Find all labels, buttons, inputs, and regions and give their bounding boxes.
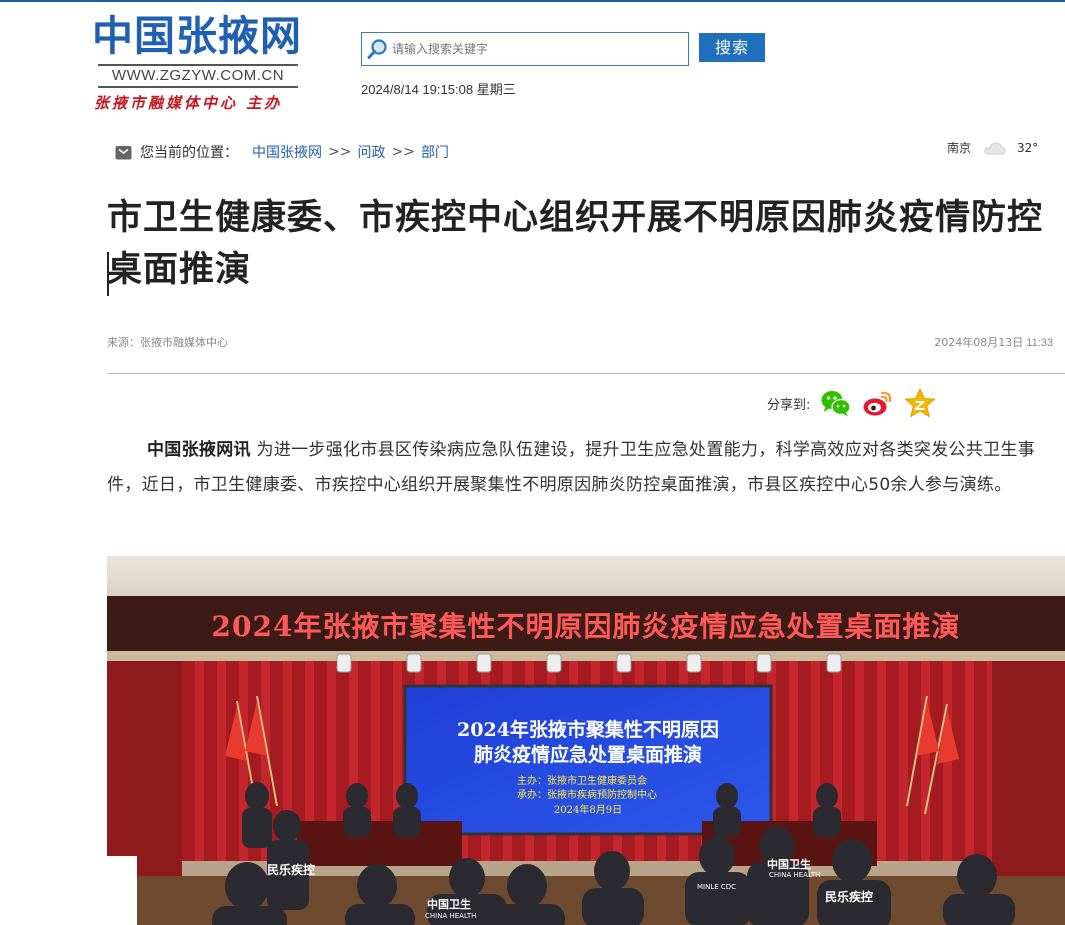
cloud-icon	[984, 141, 1006, 154]
logo-title: 中国张掖网	[92, 12, 302, 60]
photo-banner-text: 2024年张掖市聚集性不明原因肺炎疫情应急处置桌面推演	[212, 610, 961, 643]
photo-screen-line1: 2024年张掖市聚集性不明原因	[457, 718, 719, 741]
weibo-icon[interactable]	[862, 388, 894, 418]
top-accent-line	[0, 0, 1065, 2]
photo-screen-host: 主办：张掖市卫生健康委员会	[517, 774, 647, 787]
qzone-icon[interactable]	[904, 388, 937, 418]
current-datetime: 2024/8/14 19:15:08 星期三	[361, 79, 516, 98]
weather-temperature: 32°	[1017, 140, 1039, 155]
search-icon	[367, 39, 387, 59]
site-logo[interactable]: 中国张掖网 WWW.ZGZYW.COM.CN 张掖市融媒体中心 主办	[92, 12, 304, 116]
header-divider	[107, 373, 1065, 374]
location-icon	[115, 145, 132, 159]
share-bar: 分享到:	[767, 388, 946, 418]
photo-screen-line2: 肺炎疫情应急处置桌面推演	[474, 743, 702, 766]
article-date-value: 2024年08月13日	[934, 336, 1024, 349]
weekday: 星期三	[476, 83, 516, 98]
breadcrumb-wenzheng-link[interactable]: 问政	[357, 142, 385, 162]
photo-vest-label: 民乐疾控	[825, 889, 873, 904]
meeting-photo: 2024年张掖市聚集性不明原因肺炎疫情应急处置桌面推演 2024年张掖市聚集性不…	[107, 556, 1065, 925]
breadcrumb-separator: >>	[391, 144, 415, 160]
wechat-icon[interactable]	[820, 388, 852, 418]
article-time: 11:33	[1026, 337, 1053, 349]
share-label: 分享到:	[767, 397, 811, 413]
logo-url: WWW.ZGZYW.COM.CN	[98, 64, 298, 88]
photo-vest-label: 中国卫生	[427, 897, 471, 911]
text-cursor	[107, 252, 109, 296]
photo-vest-label: CHINA HEALTH	[425, 912, 476, 920]
search-box	[361, 32, 689, 66]
datetime-value: 2024/8/14 19:15:08	[361, 82, 474, 97]
photo-vest-label: 中国卫生	[767, 857, 811, 871]
photo-vest-label: MINLE CDC	[697, 883, 736, 891]
photo-vest-label: 民乐疾控	[267, 862, 315, 877]
article-source: 来源：张掖市融媒体中心	[107, 336, 228, 349]
article-photo: 2024年张掖市聚集性不明原因肺炎疫情应急处置桌面推演 2024年张掖市聚集性不…	[107, 556, 1065, 925]
breadcrumb-prefix: 您当前的位置：	[140, 145, 238, 161]
weather-city: 南京	[947, 141, 972, 155]
logo-subtitle: 张掖市融媒体中心 主办	[94, 94, 283, 112]
breadcrumb-department-link[interactable]: 部门	[421, 142, 449, 162]
breadcrumb: 您当前的位置： 中国张掖网 >> 问政 >> 部门	[115, 143, 449, 161]
breadcrumb-home-link[interactable]: 中国张掖网	[252, 142, 322, 162]
weather-widget: 南京 32°	[947, 139, 1038, 156]
article-date: 2024年08月13日 11:33	[934, 334, 1053, 350]
article-lead: 中国张掖网讯	[147, 440, 251, 460]
article-title: 市卫生健康委、市疾控中心组织开展不明原因肺炎疫情防控桌面推演	[107, 198, 1044, 290]
photo-screen-date: 2024年8月9日	[554, 803, 622, 816]
photo-vest-label: CHINA HEALTH	[769, 871, 820, 879]
search-input[interactable]	[392, 36, 682, 62]
search-button[interactable]: 搜索	[699, 33, 765, 62]
photo-screen-organizer: 承办：张掖市疾病预防控制中心	[517, 788, 657, 801]
article-body: 中国张掖网讯 为进一步强化市县区传染病应急队伍建设，提升卫生应急处置能力，科学高…	[107, 433, 1065, 503]
breadcrumb-separator: >>	[328, 144, 352, 160]
